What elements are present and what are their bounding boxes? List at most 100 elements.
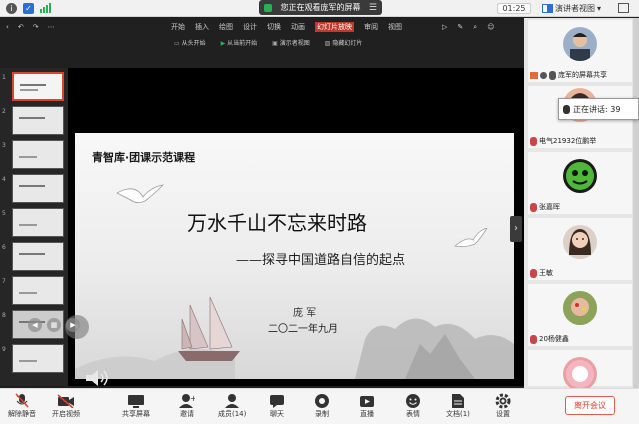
- view-mode-label: 演讲者视图: [555, 4, 595, 13]
- mic-muted-icon: [530, 268, 537, 278]
- participant-name: 20杨健鑫: [530, 334, 569, 344]
- menu-draw[interactable]: 绘图: [219, 22, 233, 32]
- documents-button[interactable]: 文档(1): [446, 392, 470, 419]
- bottom-toolbar: 解除静音 开启视频 共享屏幕 + 邀请 成员(14) 聊天 录制 直播 表情 文…: [0, 388, 639, 424]
- live-stream-button[interactable]: 直播: [358, 392, 376, 419]
- thumbnail[interactable]: [12, 344, 64, 373]
- participant-card[interactable]: 庞军的屏幕共享: [528, 20, 632, 82]
- thumbnail[interactable]: [12, 208, 64, 237]
- menu-transitions[interactable]: 切换: [267, 22, 281, 32]
- grid-icon: [542, 4, 553, 13]
- ribbon-from-start[interactable]: ▭ 从头开始: [174, 38, 206, 47]
- participant-name: 庞军的屏幕共享: [530, 70, 607, 80]
- shared-screen: ‹ ↶ ↷ ⋯ 开始 插入 绘图 设计 切换 动画 幻灯片放映 审阅 视图 ▷ …: [0, 18, 524, 388]
- user-icon: [540, 71, 547, 79]
- chevron-down-icon: ▾: [597, 4, 602, 13]
- menu-review[interactable]: 审阅: [364, 22, 378, 32]
- slide-subtitle: ——探寻中国道路自信的起点: [236, 253, 406, 268]
- thumbnail-item[interactable]: 4: [0, 174, 68, 204]
- pen-icon[interactable]: ✎: [457, 23, 463, 32]
- menu-slideshow[interactable]: 幻灯片放映: [315, 22, 354, 32]
- thumbnail[interactable]: [12, 174, 64, 203]
- maximize-icon[interactable]: [618, 3, 629, 13]
- current-slide: 青智库·团课示范课程 万水千山不忘来时路 ——探寻中国道路自信的起点 庞 军 二…: [75, 133, 514, 379]
- settings-button[interactable]: 设置: [494, 392, 512, 419]
- signal-icon[interactable]: [40, 3, 51, 14]
- members-button[interactable]: 成员(14): [218, 392, 246, 419]
- mic-muted-icon: [15, 392, 29, 408]
- thumbnail-item[interactable]: 2: [0, 106, 68, 136]
- redo-icon[interactable]: ↷: [33, 23, 39, 31]
- menu-animations[interactable]: 动画: [291, 22, 305, 32]
- thumbnail[interactable]: [12, 242, 64, 271]
- view-mode-button[interactable]: 演讲者视图 ▾: [542, 2, 606, 15]
- thumbnail-item[interactable]: 3: [0, 140, 68, 170]
- collapse-panel-button[interactable]: ›: [510, 216, 522, 242]
- panel-scrollbar[interactable]: [633, 18, 639, 388]
- screen-share-banner: 您正在观看庞军的屏幕 ☰: [259, 0, 382, 15]
- thumbnail[interactable]: [12, 276, 64, 305]
- thumbnail-item[interactable]: 9: [0, 344, 68, 374]
- participant-card[interactable]: 王敏: [528, 218, 632, 280]
- ppt-menubar: ‹ ↶ ↷ ⋯ 开始 插入 绘图 设计 切换 动画 幻灯片放映 审阅 视图 ▷ …: [0, 18, 524, 36]
- participant-name: 张嘉晖: [530, 202, 560, 212]
- shield-icon[interactable]: ✓: [23, 2, 34, 14]
- thumbnail[interactable]: [12, 140, 64, 169]
- speaker-icon: [86, 370, 108, 386]
- ribbon-hide-slide[interactable]: ▨ 隐藏幻灯片: [325, 38, 363, 47]
- sailing-ship-illustration: [178, 296, 240, 361]
- participant-card[interactable]: [528, 350, 632, 391]
- thumbnail[interactable]: [12, 72, 64, 101]
- search-icon[interactable]: ⌕: [473, 23, 477, 32]
- menu-home[interactable]: 开始: [171, 22, 185, 32]
- banner-text: 您正在观看庞军的屏幕: [280, 3, 361, 12]
- screen-share-icon: [264, 3, 272, 12]
- play-icon[interactable]: ▷: [442, 23, 447, 32]
- slide-nav-overlay: ◀ ▦ ▶: [28, 318, 80, 332]
- banner-close-icon[interactable]: ☰: [369, 3, 377, 13]
- avatar: [563, 357, 597, 391]
- undo-icon[interactable]: ↶: [18, 23, 24, 31]
- ribbon-from-current[interactable]: ▶ 从当前开始: [221, 38, 258, 47]
- emoji-button[interactable]: 表情: [404, 392, 422, 419]
- meeting-timer: 01:25: [497, 3, 531, 14]
- thumbnail-item[interactable]: 5: [0, 208, 68, 238]
- gear-icon: [495, 393, 511, 408]
- share-screen-icon: [128, 394, 144, 408]
- menu-view[interactable]: 视图: [388, 22, 402, 32]
- leave-meeting-button[interactable]: 离开会议: [565, 396, 615, 415]
- thumbnail[interactable]: [12, 106, 64, 135]
- more-icon[interactable]: ⋯: [48, 23, 55, 31]
- document-icon: [451, 393, 464, 408]
- next-icon[interactable]: ▶: [66, 318, 80, 332]
- menu-design[interactable]: 设计: [243, 22, 257, 32]
- back-icon[interactable]: ‹: [6, 23, 9, 31]
- members-icon: [225, 393, 240, 408]
- share-screen-button[interactable]: 共享屏幕: [122, 392, 150, 419]
- chat-button[interactable]: 聊天: [268, 392, 286, 419]
- participant-card[interactable]: 张嘉晖: [528, 152, 632, 214]
- mountain-illustration: [75, 318, 514, 379]
- thumbnail-item[interactable]: 7: [0, 276, 68, 306]
- ribbon-presenter-view[interactable]: ▣ 演示者视图: [272, 38, 310, 47]
- account-icon[interactable]: ☺: [487, 23, 494, 32]
- grid-view-icon[interactable]: ▦: [47, 318, 61, 332]
- record-button[interactable]: 录制: [313, 392, 331, 419]
- start-video-button[interactable]: 开启视频: [52, 392, 80, 419]
- participant-card[interactable]: 20杨健鑫: [528, 284, 632, 346]
- thumbnail-item[interactable]: 6: [0, 242, 68, 272]
- share-screen-icon: [530, 71, 538, 79]
- info-icon[interactable]: i: [6, 2, 17, 14]
- prev-icon[interactable]: ◀: [28, 318, 42, 332]
- emoji-icon: [406, 393, 420, 408]
- invite-button[interactable]: + 邀请: [178, 392, 196, 419]
- mic-icon: [549, 70, 556, 80]
- record-icon: [315, 393, 329, 408]
- unmute-button[interactable]: 解除静音: [8, 392, 36, 419]
- avatar: [563, 291, 597, 325]
- meeting-window: i ✓ 您正在观看庞军的屏幕 ☰ 01:25 演讲者视图 ▾ ‹ ↶ ↷ ⋯ 开…: [0, 0, 639, 424]
- menu-insert[interactable]: 插入: [195, 22, 209, 32]
- slide-title: 万水千山不忘来时路: [187, 211, 367, 235]
- thumbnail-item[interactable]: 1: [0, 72, 68, 102]
- mic-active-icon: [563, 104, 570, 114]
